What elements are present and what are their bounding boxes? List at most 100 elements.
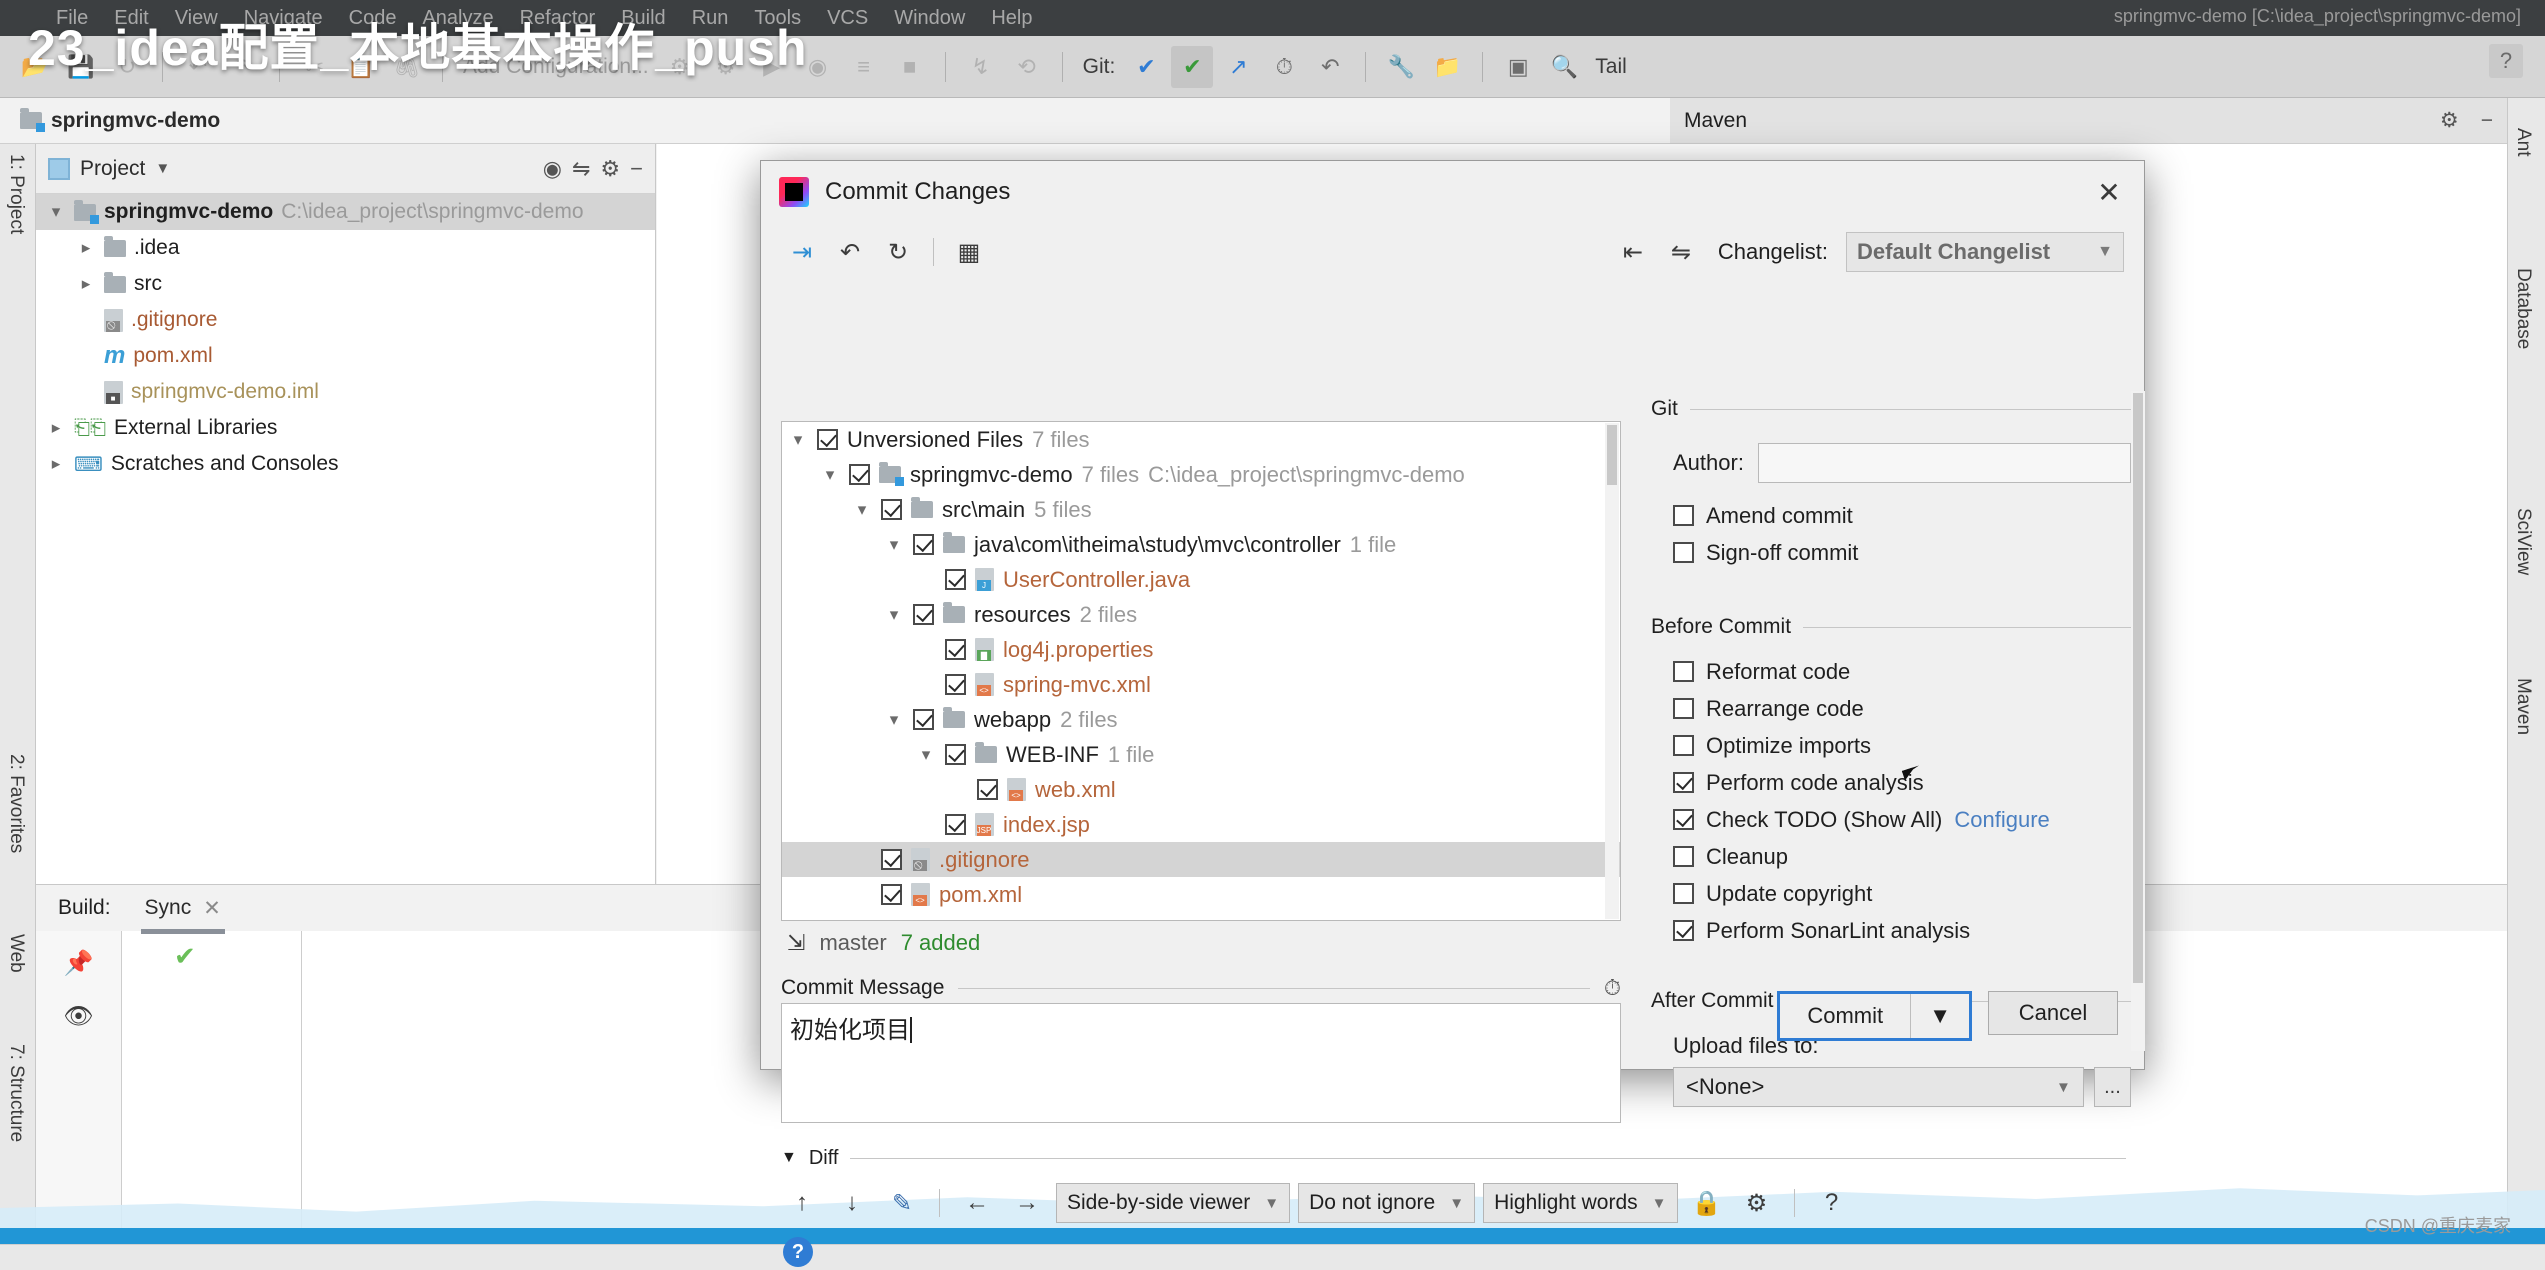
tree-caret-icon[interactable]: ▾	[916, 745, 936, 765]
menu-item-vcs[interactable]: VCS	[827, 7, 868, 30]
chevron-down-icon[interactable]: ▼	[155, 160, 170, 177]
tree-caret-icon[interactable]: ▸	[76, 274, 96, 294]
menu-item-help[interactable]: Help	[991, 7, 1032, 30]
checkbox-cleanup[interactable]: Cleanup	[1673, 838, 2131, 875]
group-by-icon[interactable]: ▦	[948, 232, 990, 272]
configure-link[interactable]: Configure	[1954, 807, 2049, 833]
commit-file-row[interactable]: ▾ springmvc-demo 7 files C:\idea_project\sp…	[782, 457, 1620, 492]
pin-icon[interactable]: 📌	[64, 949, 94, 978]
previous-difference-icon[interactable]: ↑	[781, 1183, 823, 1223]
file-checkbox[interactable]	[945, 569, 966, 590]
commit-file-row[interactable]: ▾ resources 2 files	[782, 597, 1620, 632]
gear-icon[interactable]: ⚙	[600, 156, 620, 182]
tree-caret-icon[interactable]: ▾	[852, 500, 872, 520]
eye-icon[interactable]: 👁	[63, 1002, 93, 1031]
project-tree-row[interactable]: ⃠ .gitignore	[36, 302, 655, 338]
options-scrollbar[interactable]	[2131, 391, 2145, 1051]
tree-caret-icon[interactable]: ▸	[46, 418, 66, 438]
file-checkbox[interactable]	[945, 814, 966, 835]
checkbox-reformat-code[interactable]: Reformat code	[1673, 653, 2131, 690]
commit-file-row[interactable]: <> web.xml	[782, 772, 1620, 807]
project-tree-row[interactable]: ■ springmvc-demo.iml	[36, 374, 655, 410]
tree-caret-icon[interactable]: ▾	[884, 605, 904, 625]
commit-file-row[interactable]: ▾ WEB-INF 1 file	[782, 737, 1620, 772]
coverage-icon[interactable]: ≡	[843, 46, 885, 88]
update-project-icon[interactable]: ↯	[960, 46, 1002, 88]
changelist-select[interactable]: Default Changelist ▼	[1846, 232, 2124, 272]
locate-icon[interactable]: ◉	[543, 156, 562, 182]
checkbox-rearrange-code[interactable]: Rearrange code	[1673, 690, 2131, 727]
checkbox-sign-off-commit[interactable]: Sign-off commit	[1673, 534, 2131, 571]
tool-button-sciview[interactable]: SciView	[2512, 508, 2534, 575]
commit-file-row[interactable]: ▾ src\main 5 files	[782, 492, 1620, 527]
tool-button-database[interactable]: Database	[2512, 268, 2534, 349]
tree-caret-icon[interactable]: ▾	[788, 430, 808, 450]
author-input[interactable]	[1757, 443, 2131, 483]
diff-help-icon[interactable]: ?	[1811, 1183, 1853, 1223]
upload-target-select[interactable]: <None> ▼	[1673, 1067, 2084, 1107]
collapse-all-icon[interactable]: ⇋	[1660, 232, 1702, 272]
tool-button-structure[interactable]: 7: Structure	[5, 1044, 27, 1142]
file-tree-scrollbar[interactable]	[1605, 423, 1619, 919]
tool-button-maven[interactable]: Maven	[2512, 678, 2534, 735]
settings-gear-icon[interactable]: ⚙	[1736, 1183, 1778, 1223]
help-icon[interactable]: ?	[2489, 44, 2523, 78]
checkbox-amend-commit[interactable]: Amend commit	[1673, 497, 2131, 534]
git-history-icon[interactable]: ⏱	[1263, 46, 1305, 88]
refresh-icon[interactable]: ↻	[877, 232, 919, 272]
git-update-icon[interactable]: ✔	[1125, 46, 1167, 88]
browse-button[interactable]: ...	[2093, 1067, 2131, 1107]
project-tree-row[interactable]: ▸ ⌨ Scratches and Consoles	[36, 446, 655, 482]
tail-label[interactable]: Tail	[1589, 55, 1633, 79]
collapse-all-icon[interactable]: ⇋	[572, 156, 590, 182]
file-checkbox[interactable]	[881, 884, 902, 905]
commit-file-row[interactable]: ⃠ .gitignore	[782, 842, 1620, 877]
menu-item-window[interactable]: Window	[894, 7, 965, 30]
lock-icon[interactable]: 🔒	[1686, 1183, 1728, 1223]
changed-files-tree[interactable]: ▾ Unversioned Files 7 files ▾ springmvc-demo…	[781, 421, 1621, 921]
viewer-mode-select[interactable]: Side-by-side viewer ▼	[1056, 1183, 1291, 1223]
git-revert-icon[interactable]: ↶	[1309, 46, 1351, 88]
accept-right-icon[interactable]: →	[1006, 1183, 1048, 1223]
commit-file-row[interactable]: J UserController.java	[782, 562, 1620, 597]
tree-caret-icon[interactable]: ▾	[46, 202, 66, 222]
checkbox-optimize-imports[interactable]: Optimize imports	[1673, 727, 2131, 764]
file-checkbox[interactable]	[945, 639, 966, 660]
hide-icon[interactable]: −	[630, 156, 643, 182]
cancel-button[interactable]: Cancel	[1988, 991, 2118, 1035]
maven-hide-icon[interactable]: −	[2481, 109, 2493, 133]
checkbox-perform-code-analysis[interactable]: Perform code analysis	[1673, 764, 2131, 801]
commit-file-row[interactable]: <> pom.xml	[782, 877, 1620, 912]
tool-button-project[interactable]: 1: Project	[5, 154, 27, 234]
maven-gear-icon[interactable]: ⚙	[2440, 108, 2459, 133]
file-checkbox[interactable]	[977, 779, 998, 800]
dialog-help-button[interactable]: ?	[783, 1237, 813, 1267]
file-checkbox[interactable]	[817, 429, 838, 450]
commit-button[interactable]: Commit	[1780, 994, 1911, 1038]
file-checkbox[interactable]	[881, 499, 902, 520]
play-button-overlay[interactable]	[2335, 1020, 2465, 1150]
project-tree-row[interactable]: ▸ ⎗⎗ External Libraries	[36, 410, 655, 446]
project-tree-row[interactable]: m pom.xml	[36, 338, 655, 374]
tool-button-web[interactable]: Web	[5, 934, 27, 973]
next-difference-icon[interactable]: ↓	[831, 1183, 873, 1223]
close-icon[interactable]: ✕	[203, 896, 221, 921]
show-diff-icon[interactable]: ⇥	[781, 232, 823, 272]
file-checkbox[interactable]	[913, 604, 934, 625]
tree-caret-icon[interactable]: ▾	[884, 710, 904, 730]
tree-caret-icon[interactable]: ▸	[76, 238, 96, 258]
wrench-icon[interactable]: 🔧	[1380, 46, 1422, 88]
file-checkbox[interactable]	[945, 744, 966, 765]
search-icon[interactable]: 🔍	[1543, 46, 1585, 88]
project-tree-row[interactable]: ▾ springmvc-demo C:\idea_project\springmvc…	[36, 194, 655, 230]
file-checkbox[interactable]	[881, 849, 902, 870]
diff-section-header[interactable]: ▼ Diff	[781, 1143, 2126, 1173]
commit-file-row[interactable]: ▾ java\com\itheima\study\mvc\controller 1 …	[782, 527, 1620, 562]
checkbox-update-copyright[interactable]: Update copyright	[1673, 875, 2131, 912]
checkbox-check-todo-show-all[interactable]: Check TODO (Show All) Configure	[1673, 801, 2131, 838]
dialog-close-button[interactable]: ✕	[2092, 175, 2126, 209]
stop-icon[interactable]: ■	[889, 46, 931, 88]
commit-file-row[interactable]: ▾ Unversioned Files 7 files	[782, 422, 1620, 457]
commit-file-row[interactable]: ▾ webapp 2 files	[782, 702, 1620, 737]
commit-file-row[interactable]: ▇ log4j.properties	[782, 632, 1620, 667]
